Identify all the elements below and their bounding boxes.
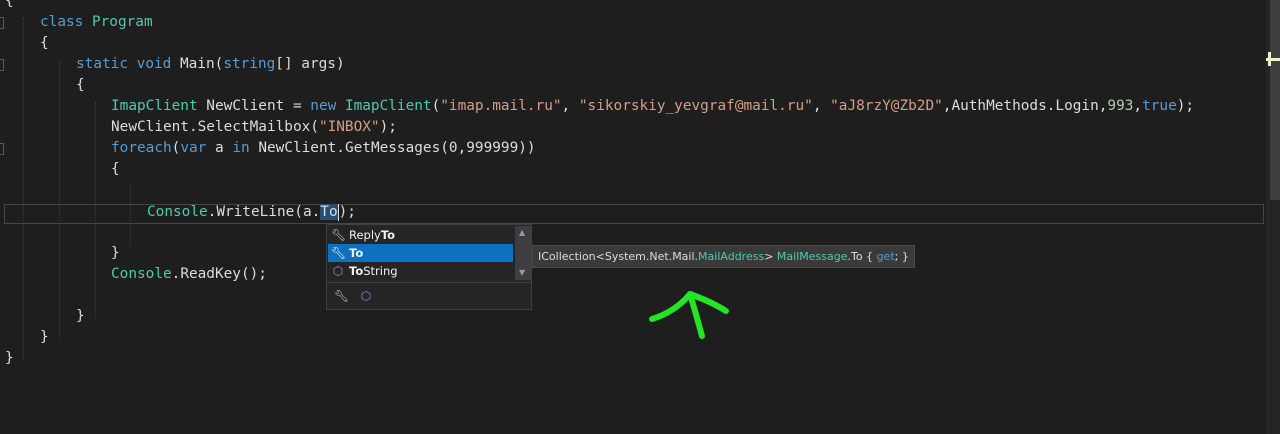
- code-token: );: [338, 204, 356, 220]
- code-token: string: [223, 56, 276, 72]
- code-token: ImapClient: [344, 98, 432, 114]
- indent-guide: [23, 18, 24, 360]
- code-token: (: [431, 98, 441, 114]
- scroll-up-arrow-icon[interactable]: ▲: [519, 228, 525, 237]
- fold-marker[interactable]: [0, 59, 4, 71]
- code-token: "imap.mail.ru": [440, 98, 562, 114]
- code-token: );: [1176, 98, 1195, 114]
- code-token: [] args): [275, 56, 345, 72]
- fold-marker[interactable]: [0, 17, 4, 29]
- code-token: }: [5, 350, 14, 366]
- code-token: Console: [147, 204, 208, 220]
- code-line[interactable]: }: [111, 243, 120, 264]
- code-token: class: [40, 14, 92, 30]
- code-line[interactable]: Console.WriteLine(a.To);: [147, 202, 356, 223]
- code-token: static: [76, 56, 137, 72]
- code-token: ,: [1133, 98, 1143, 114]
- code-token: var: [180, 140, 215, 156]
- code-token: }: [76, 308, 85, 324]
- code-token: );: [379, 119, 397, 135]
- code-token: .WriteLine(a.: [207, 204, 321, 220]
- code-token: ,: [812, 98, 831, 114]
- indent-guide: [59, 60, 60, 340]
- green-arrow-annotation-icon: [649, 291, 729, 339]
- code-line[interactable]: ImapClient NewClient = new ImapClient("i…: [111, 96, 1194, 117]
- completion-item-label: ToString: [349, 264, 398, 278]
- code-token: 993: [1107, 98, 1134, 114]
- scroll-down-arrow-icon[interactable]: ▼: [519, 268, 525, 277]
- quickinfo-tooltip: ICollection<System.Net.Mail.MailAddress>…: [532, 245, 915, 268]
- code-token: void: [136, 56, 180, 72]
- code-line[interactable]: {: [40, 33, 49, 54]
- wrench-icon: 🔧︎: [331, 228, 347, 242]
- code-line[interactable]: {: [5, 0, 14, 12]
- code-token: {: [5, 0, 14, 9]
- code-token: a: [214, 140, 233, 156]
- code-line[interactable]: {: [76, 75, 85, 96]
- code-token: "INBOX": [318, 119, 380, 135]
- code-token: ,AuthMethods.Login,: [942, 98, 1108, 114]
- code-token: Main(: [179, 56, 224, 72]
- code-line[interactable]: }: [5, 348, 14, 369]
- completion-item-tostring[interactable]: ⬡ ToString: [328, 262, 513, 280]
- filter-methods-cube-icon[interactable]: ⬡: [359, 289, 373, 303]
- intellisense-completion-list[interactable]: 🔧︎ ReplyTo 🔧︎ To ⬡ ToString ▲ ▼ 🔧︎ ⬡: [326, 224, 532, 310]
- code-token: in: [232, 140, 259, 156]
- completion-item-replyto[interactable]: 🔧︎ ReplyTo: [328, 226, 513, 244]
- code-token: NewClient.SelectMailbox(: [111, 119, 319, 135]
- code-token: {: [40, 35, 49, 51]
- scrollbar-thumb[interactable]: [1270, 0, 1280, 200]
- code-token: Program: [91, 14, 153, 30]
- completion-item-label: ReplyTo: [349, 228, 396, 242]
- code-token: ,: [561, 98, 579, 114]
- wrench-icon: 🔧︎: [331, 246, 347, 260]
- code-line[interactable]: }: [76, 306, 85, 327]
- code-token: Console: [111, 266, 172, 282]
- code-token: "aJ8rzY@Zb2D": [830, 98, 943, 114]
- selected-token: To: [320, 204, 338, 220]
- code-token: "sikorskiy_yevgraf@mail.ru": [578, 98, 813, 114]
- method-cube-icon: ⬡: [332, 264, 344, 278]
- code-editor[interactable]: { class Program { static void Main(string[]…: [0, 0, 1280, 434]
- scroll-caret-mark: [1268, 52, 1271, 66]
- code-line[interactable]: Console.ReadKey();: [111, 264, 267, 285]
- code-token: }: [40, 329, 49, 345]
- code-line[interactable]: static void Main(string[] args): [76, 54, 345, 75]
- completion-scrollbar[interactable]: ▲ ▼: [515, 226, 531, 280]
- code-token: {: [76, 77, 85, 93]
- code-line[interactable]: foreach(var a in NewClient.GetMessages(0…: [111, 138, 536, 159]
- fold-marker[interactable]: [0, 143, 4, 155]
- completion-item-label: To: [349, 246, 364, 260]
- code-line[interactable]: {: [111, 159, 120, 180]
- code-token: {: [111, 161, 120, 177]
- code-token: foreach: [111, 140, 172, 156]
- code-token: NewClient =: [197, 98, 311, 114]
- code-token: .ReadKey();: [171, 266, 267, 282]
- code-line[interactable]: }: [40, 327, 49, 348]
- code-line[interactable]: NewClient.SelectMailbox("INBOX");: [111, 117, 397, 138]
- code-token: }: [111, 245, 120, 261]
- divider: [327, 282, 531, 283]
- filter-properties-wrench-icon[interactable]: 🔧︎: [334, 289, 349, 303]
- completion-item-to[interactable]: 🔧︎ To: [328, 244, 513, 262]
- code-token: true: [1142, 98, 1177, 114]
- code-line[interactable]: class Program: [40, 12, 153, 33]
- code-token: ImapClient: [111, 98, 198, 114]
- code-token: NewClient.GetMessages(0,999999)): [258, 140, 536, 156]
- code-token: new: [310, 98, 345, 114]
